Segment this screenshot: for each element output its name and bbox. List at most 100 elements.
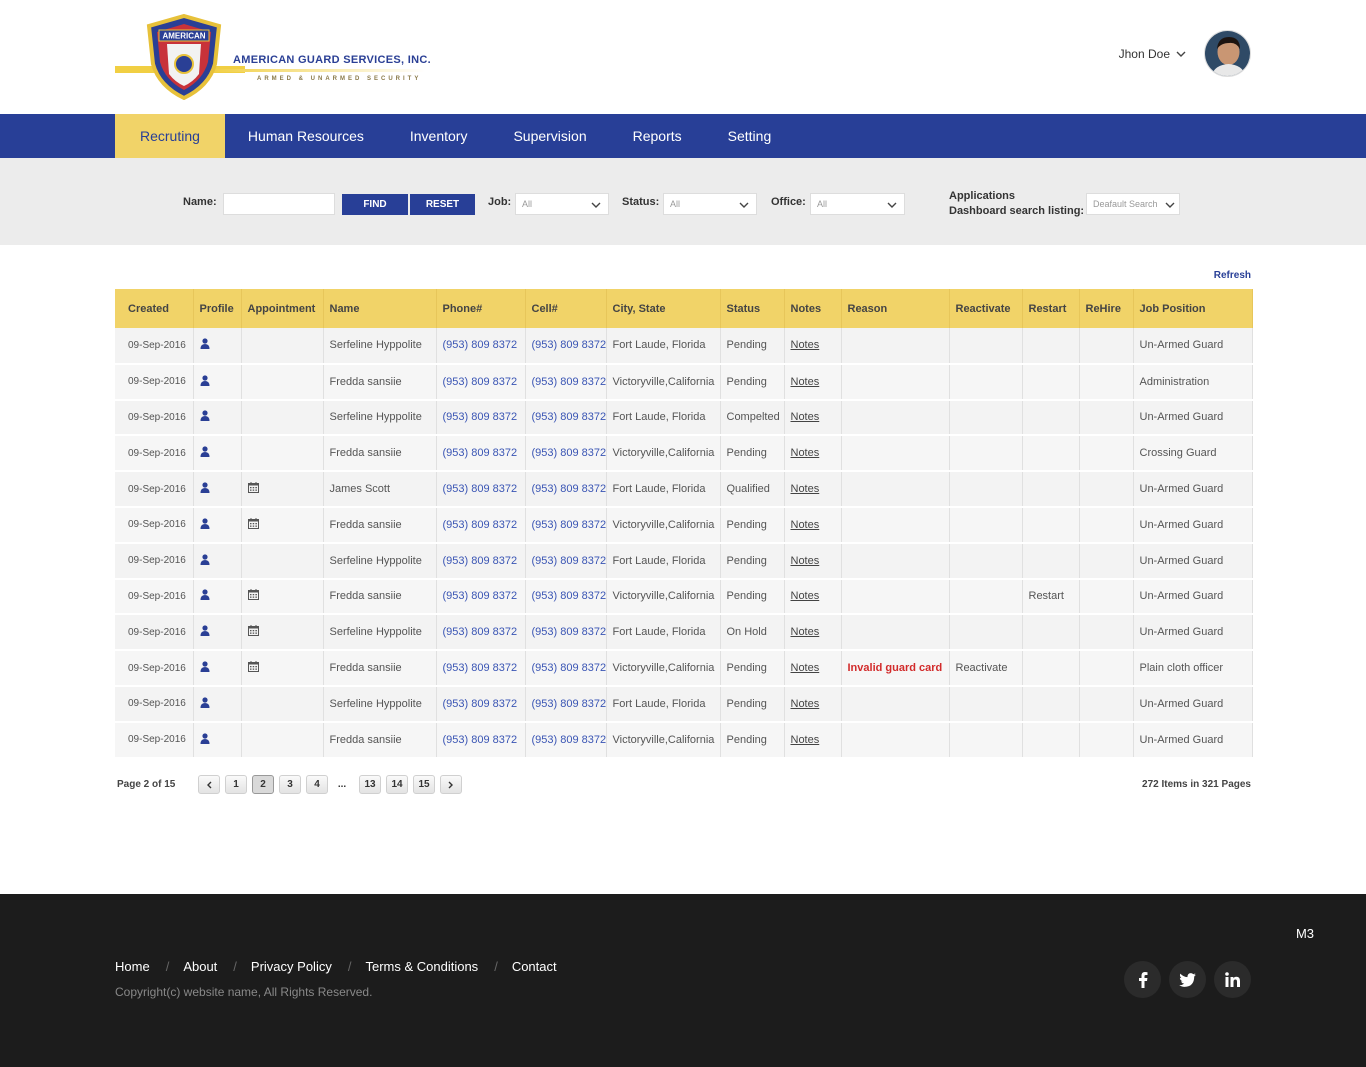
job-select[interactable]: All bbox=[515, 193, 609, 215]
find-button[interactable]: FIND bbox=[342, 194, 408, 215]
cell-phone-cell[interactable]: (953) 809 8372 bbox=[525, 685, 607, 723]
calendar-icon[interactable] bbox=[247, 482, 259, 496]
notes-link[interactable]: Notes bbox=[791, 339, 820, 351]
footer-link-terms-conditions[interactable]: Terms & Conditions bbox=[365, 959, 478, 974]
table-row[interactable]: 09-Sep-2016 Serfeline Hyppolite (953) 809 … bbox=[115, 399, 1253, 437]
calendar-icon[interactable] bbox=[247, 517, 259, 532]
page-button-3[interactable]: 3 bbox=[279, 775, 301, 794]
phone-cell[interactable]: (953) 809 8372 bbox=[436, 363, 526, 401]
column-header-city-state[interactable]: City, State bbox=[606, 289, 721, 328]
page-button-13[interactable]: 13 bbox=[359, 775, 381, 794]
cell-phone-cell[interactable]: (953) 809 8372 bbox=[525, 614, 607, 652]
user-menu[interactable]: Jhon Doe bbox=[1119, 30, 1251, 77]
phone-cell[interactable]: (953) 809 8372 bbox=[436, 399, 526, 437]
table-row[interactable]: 09-Sep-2016 Serfeline Hyppolite (953) 809 … bbox=[115, 542, 1253, 580]
notes-link[interactable]: Notes bbox=[791, 698, 820, 710]
notes-link[interactable]: Notes bbox=[791, 411, 820, 423]
table-row[interactable]: 09-Sep-2016 Fredda sansiie (953) 809 8372(… bbox=[115, 506, 1253, 544]
page-button-15[interactable]: 15 bbox=[413, 775, 435, 794]
linkedin-icon[interactable] bbox=[1214, 961, 1251, 998]
user-profile-icon[interactable] bbox=[200, 589, 210, 603]
name-input[interactable] bbox=[223, 193, 335, 215]
phone-cell[interactable]: (953) 809 8372 bbox=[436, 614, 526, 652]
page-button-4[interactable]: 4 bbox=[306, 775, 328, 794]
user-profile-icon[interactable] bbox=[200, 518, 210, 532]
nav-recruiting[interactable]: Recruting bbox=[115, 114, 225, 158]
table-row[interactable]: 09-Sep-2016 Serfeline Hyppolite (953) 809 … bbox=[115, 614, 1253, 652]
phone-cell[interactable]: (953) 809 8372 bbox=[436, 650, 526, 687]
phone-cell[interactable]: (953) 809 8372 bbox=[436, 435, 526, 473]
column-header-notes[interactable]: Notes bbox=[784, 289, 842, 328]
column-header-cell[interactable]: Cell# bbox=[525, 289, 607, 328]
cell-phone-cell[interactable]: (953) 809 8372 bbox=[525, 506, 607, 544]
user-profile-icon[interactable] bbox=[200, 625, 210, 639]
column-header-created[interactable]: Created bbox=[115, 289, 194, 328]
user-profile-icon[interactable] bbox=[200, 482, 210, 496]
footer-link-contact[interactable]: Contact bbox=[512, 959, 557, 974]
nav-reports[interactable]: Reports bbox=[610, 114, 705, 158]
cell-phone-cell[interactable]: (953) 809 8372 bbox=[525, 578, 607, 616]
cell-phone-cell[interactable]: (953) 809 8372 bbox=[525, 542, 607, 580]
office-select[interactable]: All bbox=[810, 193, 905, 215]
footer-link-about[interactable]: About bbox=[183, 959, 217, 974]
user-profile-icon[interactable] bbox=[200, 375, 210, 389]
calendar-icon[interactable] bbox=[247, 589, 259, 603]
phone-cell[interactable]: (953) 809 8372 bbox=[436, 542, 526, 580]
chevron-down-icon[interactable] bbox=[1176, 49, 1186, 59]
status-select[interactable]: All bbox=[663, 193, 757, 215]
cell-phone-cell[interactable]: (953) 809 8372 bbox=[525, 650, 607, 687]
user-profile-icon[interactable] bbox=[200, 661, 210, 675]
notes-link[interactable]: Notes bbox=[791, 626, 820, 638]
table-row[interactable]: 09-Sep-2016 Fredda sansiie (953) 809 8372(… bbox=[115, 435, 1253, 473]
cell-phone-cell[interactable]: (953) 809 8372 bbox=[525, 399, 607, 437]
notes-link[interactable]: Notes bbox=[791, 590, 820, 602]
company-logo[interactable]: AMERICAN AMERICAN GUARD SERVICES, INC. A… bbox=[115, 14, 435, 102]
twitter-icon[interactable] bbox=[1169, 961, 1206, 998]
notes-link[interactable]: Notes bbox=[791, 734, 820, 746]
table-row[interactable]: 09-Sep-2016 James Scott (953) 809 8372 (953… bbox=[115, 471, 1253, 508]
notes-link[interactable]: Notes bbox=[791, 519, 820, 531]
default-search-select[interactable]: Deafault Search bbox=[1086, 193, 1180, 215]
column-header-status[interactable]: Status bbox=[720, 289, 785, 328]
reset-button[interactable]: RESET bbox=[410, 194, 475, 215]
column-header-reactivate[interactable]: Reactivate bbox=[949, 289, 1023, 328]
user-profile-icon[interactable] bbox=[200, 410, 210, 424]
nav-setting[interactable]: Setting bbox=[705, 114, 795, 158]
nav-supervision[interactable]: Supervision bbox=[490, 114, 609, 158]
table-row[interactable]: 09-Sep-2016 Fredda sansiie (953) 809 8372(… bbox=[115, 650, 1253, 687]
nav-inventory[interactable]: Inventory bbox=[387, 114, 491, 158]
phone-cell[interactable]: (953) 809 8372 bbox=[436, 471, 526, 508]
cell-phone-cell[interactable]: (953) 809 8372 bbox=[525, 721, 607, 759]
prev-page-button[interactable] bbox=[198, 775, 220, 794]
next-page-button[interactable] bbox=[440, 775, 462, 794]
phone-cell[interactable]: (953) 809 8372 bbox=[436, 721, 526, 759]
column-header-reason[interactable]: Reason bbox=[841, 289, 950, 328]
page-button-2[interactable]: 2 bbox=[252, 775, 274, 794]
restart-cell[interactable]: Restart bbox=[1022, 578, 1080, 616]
column-header-phone[interactable]: Phone# bbox=[436, 289, 526, 328]
table-row[interactable]: 09-Sep-2016 Serfeline Hyppolite (953) 809 … bbox=[115, 328, 1253, 365]
column-header-rehire[interactable]: ReHire bbox=[1079, 289, 1134, 328]
table-row[interactable]: 09-Sep-2016 Fredda sansiie (953) 809 8372(… bbox=[115, 578, 1253, 616]
notes-link[interactable]: Notes bbox=[791, 662, 820, 674]
facebook-icon[interactable] bbox=[1124, 961, 1161, 998]
calendar-icon[interactable] bbox=[247, 625, 259, 639]
user-profile-icon[interactable] bbox=[200, 446, 210, 460]
user-profile-icon[interactable] bbox=[200, 697, 210, 711]
nav-human-resources[interactable]: Human Resources bbox=[225, 114, 387, 158]
phone-cell[interactable]: (953) 809 8372 bbox=[436, 685, 526, 723]
cell-phone-cell[interactable]: (953) 809 8372 bbox=[525, 328, 607, 365]
cell-phone-cell[interactable]: (953) 809 8372 bbox=[525, 363, 607, 401]
table-row[interactable]: 09-Sep-2016 Fredda sansiie (953) 809 8372(… bbox=[115, 363, 1253, 401]
avatar[interactable] bbox=[1204, 30, 1251, 77]
table-row[interactable]: 09-Sep-2016 Fredda sansiie (953) 809 8372(… bbox=[115, 721, 1253, 759]
column-header-job-position[interactable]: Job Position bbox=[1133, 289, 1253, 328]
refresh-link[interactable]: Refresh bbox=[1214, 270, 1251, 281]
page-button-1[interactable]: 1 bbox=[225, 775, 247, 794]
phone-cell[interactable]: (953) 809 8372 bbox=[436, 506, 526, 544]
user-profile-icon[interactable] bbox=[200, 554, 210, 568]
user-profile-icon[interactable] bbox=[200, 733, 210, 747]
footer-link-home[interactable]: Home bbox=[115, 959, 150, 974]
notes-link[interactable]: Notes bbox=[791, 555, 820, 567]
cell-phone-cell[interactable]: (953) 809 8372 bbox=[525, 471, 607, 508]
